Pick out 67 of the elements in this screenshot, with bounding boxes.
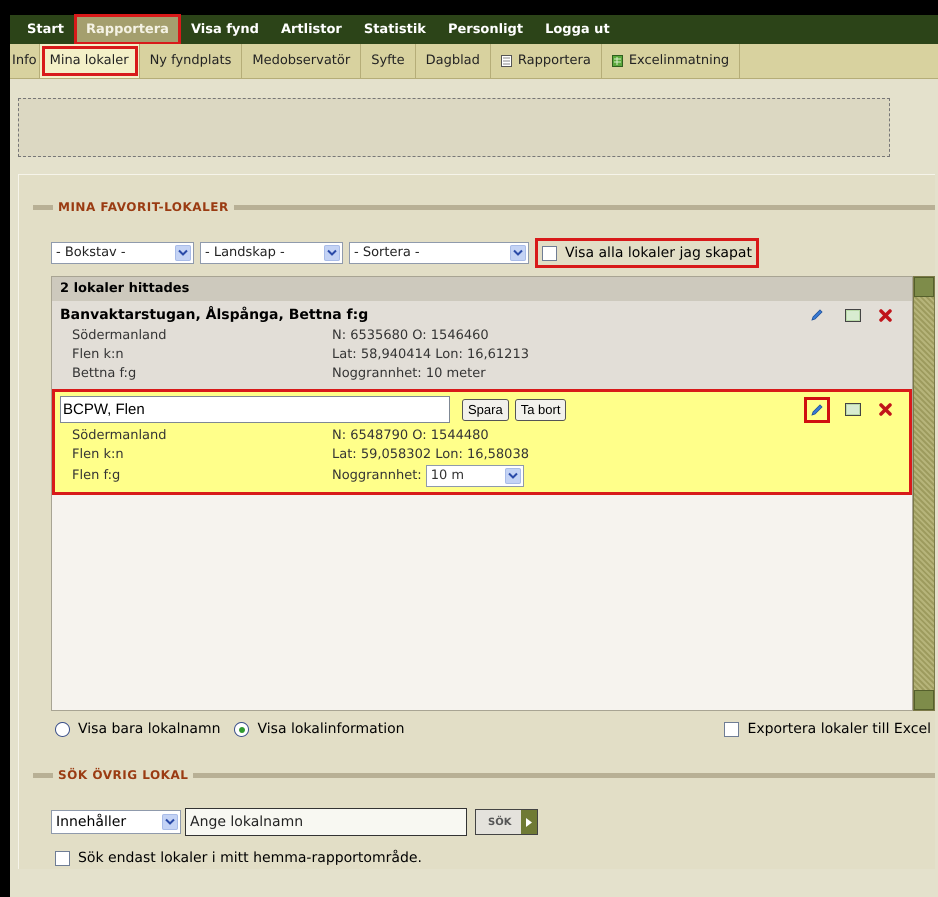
location-detail: N: 6548790 O: 1544480 bbox=[332, 427, 490, 445]
location-item[interactable]: Banvaktarstugan, Ålspånga, Bettna f:g Södermanland Flen k:n Bettna f:g N: 6535680 O: 1546460 Lat: 58,940414 Lon: 16,61213 Noggrannhet: 10 meter bbox=[52, 301, 912, 389]
sub-nav-tab[interactable]: Ny fyndplats bbox=[140, 44, 242, 78]
page-icon bbox=[500, 55, 512, 67]
map-icon[interactable] bbox=[845, 308, 861, 322]
sheet-icon bbox=[612, 55, 623, 67]
section-title: MINA FAVORIT-LOKALER bbox=[58, 199, 229, 216]
location-detail: Bettna f:g bbox=[72, 365, 138, 383]
location-name-field[interactable]: BCPW, Flen bbox=[60, 396, 450, 423]
search-button[interactable]: SÖK bbox=[475, 809, 538, 835]
sub-nav-tab[interactable]: Syfte bbox=[361, 44, 416, 78]
match-dropdown[interactable]: Innehåller bbox=[51, 810, 181, 834]
map-icon[interactable] bbox=[845, 403, 861, 416]
main-nav-tab[interactable]: Logga ut bbox=[536, 17, 619, 42]
accuracy-label: Noggrannhet: bbox=[332, 467, 422, 486]
checkbox-label: Visa alla lokaler jag skapat bbox=[565, 244, 752, 262]
dropdown-value: 10 m bbox=[430, 467, 464, 486]
show-all-checkbox-row[interactable]: Visa alla lokaler jag skapat bbox=[535, 238, 759, 268]
radio-button[interactable] bbox=[234, 722, 250, 737]
dropdown-value: - Landskap - bbox=[205, 244, 285, 262]
filter-dropdown[interactable]: - Sortera - bbox=[349, 242, 529, 264]
delete-icon[interactable] bbox=[879, 308, 892, 322]
checkbox-label: Exportera lokaler till Excel bbox=[747, 720, 931, 739]
location-name: Banvaktarstugan, Ålspånga, Bettna f:g bbox=[60, 305, 368, 324]
location-item-editing[interactable]: BCPW, Flen Spara Ta bort Södermanland Flen k:n Flen f:g N: 6548790 O: 1544480 Lat: 59,058302 Lon: 16,58038 Noggrannhet: 10 m bbox=[52, 389, 912, 495]
location-detail: N: 6535680 O: 1546460 bbox=[332, 327, 490, 345]
accuracy-dropdown[interactable]: 10 m bbox=[426, 465, 524, 487]
location-detail: Flen k:n bbox=[72, 446, 125, 464]
search-field[interactable]: Ange lokalnamn bbox=[185, 808, 467, 836]
location-detail: Lat: 59,058302 Lon: 16,58038 bbox=[332, 446, 529, 464]
filter-dropdown[interactable]: - Bokstav - bbox=[51, 242, 194, 264]
play-icon bbox=[526, 818, 532, 826]
main-nav-tab[interactable]: Personligt bbox=[438, 17, 532, 42]
sub-nav-tab[interactable]: Dagblad bbox=[416, 44, 491, 78]
location-detail: Lat: 58,940414 Lon: 16,61213 bbox=[332, 346, 529, 364]
location-detail: Flen k:n bbox=[72, 346, 125, 364]
checkbox-label: Sök endast lokaler i mitt hemma-rapportområde. bbox=[78, 848, 422, 868]
checkbox[interactable] bbox=[724, 722, 740, 737]
radio-label: Visa lokalinformation bbox=[257, 720, 405, 739]
dropdown-value: - Sortera - bbox=[354, 244, 420, 262]
sub-nav-tab[interactable]: Rapportera bbox=[490, 44, 602, 78]
item-button[interactable]: Ta bort bbox=[514, 398, 566, 420]
item-button[interactable]: Spara bbox=[462, 398, 509, 420]
filter-dropdown[interactable]: - Landskap - bbox=[200, 242, 343, 264]
heading-bar bbox=[33, 772, 53, 778]
scrollbar[interactable] bbox=[913, 276, 935, 711]
location-detail: Södermanland bbox=[72, 327, 168, 345]
list-header: 2 lokaler hittades bbox=[52, 277, 912, 301]
dropdown-value: - Bokstav - bbox=[56, 244, 126, 262]
location-detail: Södermanland bbox=[72, 427, 168, 445]
checkbox[interactable] bbox=[55, 851, 70, 866]
sub-nav-tab[interactable]: Medobservatör bbox=[242, 44, 362, 78]
main-nav-tab[interactable]: Start bbox=[18, 17, 73, 42]
sub-nav-tab[interactable]: Mina lokaler bbox=[40, 44, 140, 78]
radio-button[interactable] bbox=[55, 722, 70, 737]
main-nav-tab[interactable]: Artlistor bbox=[272, 17, 351, 42]
radio-label: Visa bara lokalnamn bbox=[78, 720, 220, 739]
location-detail: Flen f:g bbox=[72, 467, 122, 486]
section-title: SÖK ÖVRIG LOKAL bbox=[58, 766, 188, 784]
delete-icon[interactable] bbox=[879, 403, 892, 416]
location-detail: Noggrannhet: 10 meter bbox=[332, 365, 487, 383]
heading-bar bbox=[33, 204, 53, 210]
dropdown-value: Innehåller bbox=[56, 812, 126, 832]
checkbox[interactable] bbox=[542, 246, 557, 260]
sub-nav-tab[interactable]: Excelinmatning bbox=[602, 44, 740, 78]
main-nav-tab[interactable]: Statistik bbox=[354, 17, 435, 42]
main-nav-tab[interactable]: Visa fynd bbox=[182, 17, 268, 42]
